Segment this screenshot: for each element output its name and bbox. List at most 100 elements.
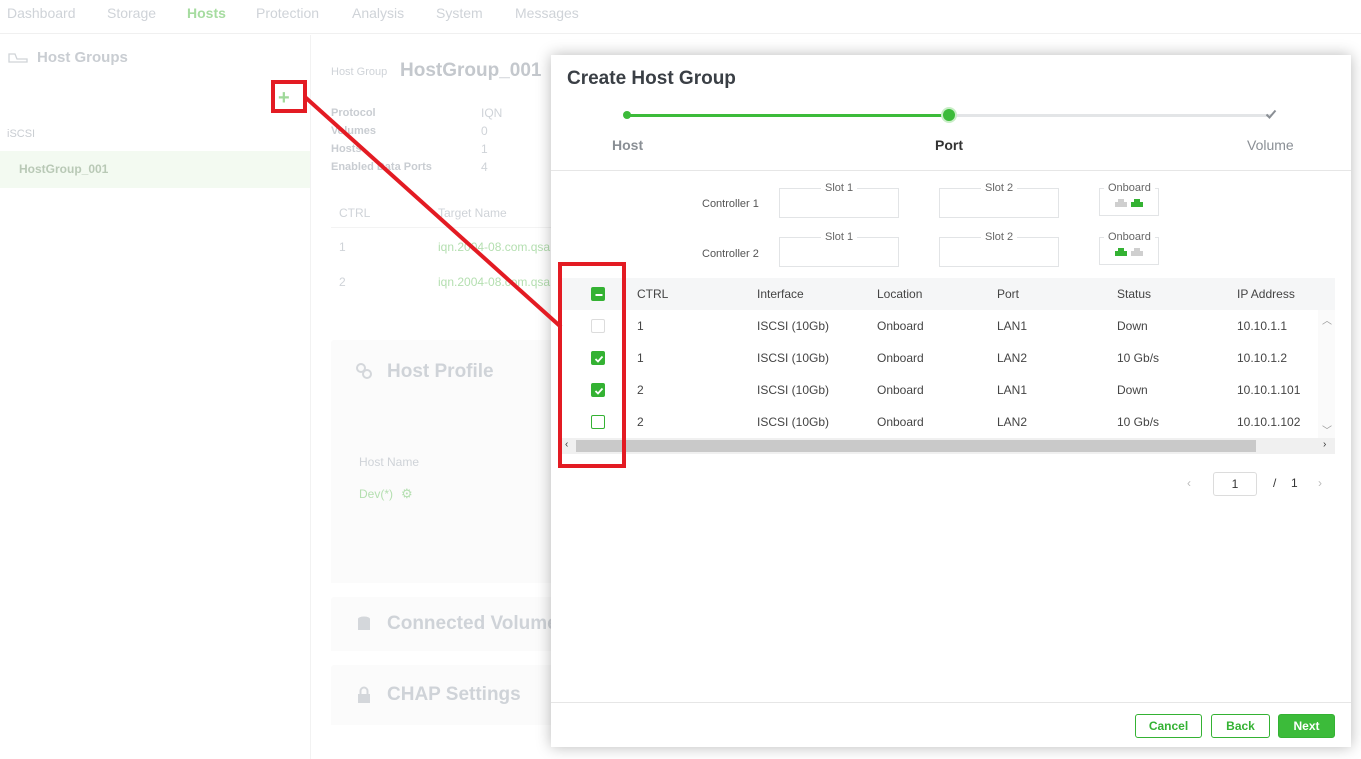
column-header: IP Address bbox=[1237, 287, 1295, 301]
cell-location: Onboard bbox=[877, 383, 924, 397]
sidebar-section-iscsi: iSCSI bbox=[7, 128, 36, 140]
nav-protection[interactable]: Protection bbox=[256, 5, 319, 21]
target-ctrl: 1 bbox=[339, 240, 346, 254]
next-page-icon[interactable]: › bbox=[1318, 476, 1322, 490]
column-header: CTRL bbox=[339, 206, 371, 220]
prev-page-icon[interactable]: ‹ bbox=[1187, 476, 1191, 490]
cell-port: LAN2 bbox=[997, 415, 1028, 429]
host-group-label: Host Group bbox=[331, 66, 388, 78]
page-total: 1 bbox=[1291, 476, 1298, 490]
connected-volumes-panel[interactable]: Connected Volumes bbox=[331, 597, 571, 651]
top-nav: Dashboard Storage Hosts Protection Analy… bbox=[0, 0, 1361, 34]
nav-hosts[interactable]: Hosts bbox=[187, 5, 226, 21]
field-key: Enabled Data Ports bbox=[331, 161, 432, 173]
database-icon bbox=[358, 616, 370, 630]
cell-interface: ISCSI (10Gb) bbox=[757, 351, 830, 365]
chap-settings-panel[interactable]: CHAP Settings bbox=[331, 665, 571, 725]
host-link[interactable]: Dev(*) bbox=[359, 487, 393, 501]
connected-volumes-title: Connected Volumes bbox=[387, 613, 569, 634]
cell-interface: ISCSI (10Gb) bbox=[757, 383, 830, 397]
field-value: 0 bbox=[481, 124, 488, 138]
slot-label: Slot 2 bbox=[981, 182, 1018, 194]
table-row[interactable]: 2 ISCSI (10Gb) Onboard LAN1 Down 10.10.1… bbox=[562, 374, 1318, 406]
annotation-box-checkbox-column bbox=[558, 262, 626, 468]
slot-label: Slot 1 bbox=[821, 231, 858, 243]
horizontal-scroll-thumb[interactable] bbox=[576, 440, 1256, 452]
wizard-stepper: Host Port Volume bbox=[551, 105, 1351, 171]
scroll-down-icon[interactable]: ﹀ bbox=[1322, 422, 1332, 437]
field-key: Volumes bbox=[331, 125, 377, 137]
step-label-port: Port bbox=[935, 137, 963, 153]
column-header: Port bbox=[997, 287, 1020, 301]
step-label-volume: Volume bbox=[1247, 137, 1294, 153]
back-button[interactable]: Back bbox=[1211, 714, 1270, 738]
sidebar-item-label: HostGroup_001 bbox=[19, 162, 109, 176]
create-host-group-dialog: Create Host Group Host Port Volume Contr… bbox=[551, 55, 1351, 747]
annotation-box-add-button bbox=[271, 80, 307, 113]
page-separator: / bbox=[1273, 476, 1277, 490]
field-value: IQN bbox=[481, 106, 503, 120]
cell-ip: 10.10.1.1 bbox=[1237, 319, 1288, 333]
cell-status: 10 Gb/s bbox=[1117, 415, 1160, 429]
nav-analysis[interactable]: Analysis bbox=[352, 5, 404, 21]
cell-ip: 10.10.1.2 bbox=[1237, 351, 1288, 365]
cell-interface: ISCSI (10Gb) bbox=[757, 319, 830, 333]
port-inactive-icon[interactable] bbox=[1115, 199, 1127, 207]
field-value: 4 bbox=[481, 160, 488, 174]
step-volume-check-icon bbox=[1265, 109, 1277, 119]
host-profile-title: Host Profile bbox=[387, 361, 494, 382]
nav-dashboard[interactable]: Dashboard bbox=[7, 5, 76, 21]
cell-location: Onboard bbox=[877, 415, 924, 429]
gear-icon[interactable]: ⚙ bbox=[401, 486, 413, 502]
host-group-name: HostGroup_001 bbox=[400, 60, 542, 81]
lock-icon bbox=[358, 686, 370, 703]
step-progress-line bbox=[627, 114, 949, 117]
column-header: CTRL bbox=[637, 287, 669, 301]
step-host-dot bbox=[623, 111, 631, 119]
cell-ctrl: 2 bbox=[637, 383, 644, 397]
target-ctrl: 2 bbox=[339, 275, 346, 289]
cell-status: Down bbox=[1117, 383, 1148, 397]
sidebar: Host Groups + iSCSI HostGroup_001 bbox=[0, 35, 311, 759]
host-profile-panel: Host Profile Host Name Dev(*) ⚙ bbox=[331, 340, 571, 583]
cell-ip: 10.10.1.101 bbox=[1237, 383, 1301, 397]
nav-storage[interactable]: Storage bbox=[107, 5, 156, 21]
next-button[interactable]: Next bbox=[1278, 714, 1335, 738]
step-remaining-line bbox=[949, 114, 1271, 117]
chap-settings-title: CHAP Settings bbox=[387, 684, 521, 705]
port-inactive-icon[interactable] bbox=[1131, 248, 1143, 256]
controller-2-label: Controller 2 bbox=[702, 248, 759, 260]
cell-status: 10 Gb/s bbox=[1117, 351, 1160, 365]
vertical-scrollbar[interactable]: ︿ ﹀ bbox=[1318, 310, 1335, 438]
page-input[interactable]: 1 bbox=[1213, 472, 1257, 496]
field-value: 1 bbox=[481, 142, 488, 156]
scroll-right-icon[interactable]: › bbox=[1323, 439, 1326, 450]
port-active-icon[interactable] bbox=[1115, 248, 1127, 256]
sidebar-item-hostgroup[interactable]: HostGroup_001 bbox=[0, 151, 310, 188]
cell-ctrl: 2 bbox=[637, 415, 644, 429]
slot-label: Slot 1 bbox=[821, 182, 858, 194]
controller-1-label: Controller 1 bbox=[702, 198, 759, 210]
nav-system[interactable]: System bbox=[436, 5, 483, 21]
port-active-icon[interactable] bbox=[1131, 199, 1143, 207]
table-row[interactable]: 1 ISCSI (10Gb) Onboard LAN1 Down 10.10.1… bbox=[562, 310, 1318, 342]
scroll-up-icon[interactable]: ︿ bbox=[1322, 312, 1332, 327]
horizontal-scrollbar[interactable]: ‹ › bbox=[562, 438, 1335, 454]
nav-messages[interactable]: Messages bbox=[515, 5, 579, 21]
target-name: iqn.2004-08.com.qsa bbox=[438, 275, 551, 289]
onboard-label: Onboard bbox=[1104, 182, 1155, 194]
cell-ctrl: 1 bbox=[637, 319, 644, 333]
cell-port: LAN2 bbox=[997, 351, 1028, 365]
cell-port: LAN1 bbox=[997, 383, 1028, 397]
host-name-header: Host Name bbox=[359, 455, 420, 469]
cell-location: Onboard bbox=[877, 319, 924, 333]
onboard-label: Onboard bbox=[1104, 231, 1155, 243]
step-label-host: Host bbox=[612, 137, 644, 153]
cancel-button[interactable]: Cancel bbox=[1135, 714, 1202, 738]
cell-port: LAN1 bbox=[997, 319, 1028, 333]
ports-table: CTRL Interface Location Port Status IP A… bbox=[562, 278, 1335, 454]
link-icon bbox=[356, 363, 372, 379]
table-row[interactable]: 1 ISCSI (10Gb) Onboard LAN2 10 Gb/s 10.1… bbox=[562, 342, 1318, 374]
target-name: iqn.2004-08.com.qsa bbox=[438, 240, 551, 254]
table-row[interactable]: 2 ISCSI (10Gb) Onboard LAN2 10 Gb/s 10.1… bbox=[562, 406, 1318, 438]
